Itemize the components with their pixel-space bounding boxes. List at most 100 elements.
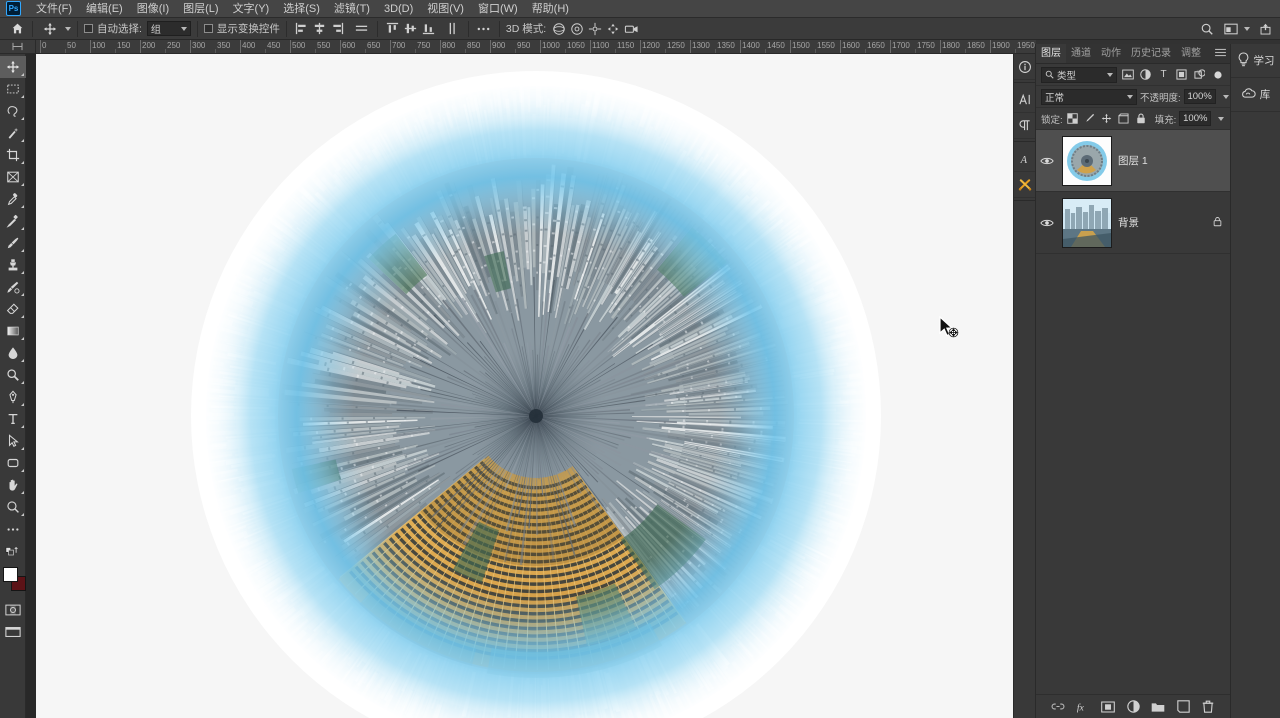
quick-selection-tool[interactable] [0,122,26,144]
zoom-tool[interactable] [0,496,26,518]
eraser-tool[interactable] [0,298,26,320]
lasso-tool[interactable] [0,100,26,122]
table-row[interactable]: 图层 1 [1036,130,1230,192]
show-transform-group[interactable]: 显示变换控件 [203,21,280,36]
layer-lock-icon[interactable] [1208,216,1226,230]
auto-select-dropdown[interactable]: 组 [146,21,191,36]
rectangular-marquee-tool[interactable] [0,78,26,100]
link-layers-icon[interactable] [1050,699,1066,715]
adjustment-layer-icon[interactable] [1125,699,1141,715]
crop-tool[interactable] [0,144,26,166]
table-row[interactable]: 背景 [1036,192,1230,254]
opacity-chevron-down-icon[interactable] [1222,94,1229,99]
filter-shape-icon[interactable] [1174,67,1189,82]
info-panel-icon[interactable] [1014,54,1036,80]
rectangle-tool[interactable] [0,452,26,474]
quick-mask-icon[interactable] [0,599,26,621]
active-tool-move-icon[interactable] [39,20,61,38]
hand-tool[interactable] [0,474,26,496]
character-styles-panel-icon[interactable]: A [1014,146,1036,172]
layer-visibility-eye-icon[interactable] [1038,156,1056,166]
character-panel-icon[interactable] [1014,87,1036,113]
default-colors-icon[interactable] [0,540,26,562]
history-brush-tool[interactable] [0,276,26,298]
edit-toolbar-ellipsis-icon[interactable] [0,518,26,540]
menu-image[interactable]: 图像(I) [130,0,176,18]
fill-chevron-down-icon[interactable] [1218,116,1225,121]
align-bottom-icon[interactable] [420,20,438,38]
camera-3d-icon[interactable] [622,20,640,38]
roll-3d-icon[interactable] [568,20,586,38]
tab-adjustments[interactable]: 调整 [1176,44,1206,63]
menu-view[interactable]: 视图(V) [420,0,471,18]
menu-edit[interactable]: 编辑(E) [79,0,130,18]
move-tool[interactable] [0,56,26,78]
dodge-tool[interactable] [0,364,26,386]
lock-transparent-pixels-icon[interactable] [1066,112,1080,126]
lock-artboard-nesting-icon[interactable] [1117,112,1131,126]
menu-file[interactable]: 文件(F) [29,0,79,18]
horizontal-type-tool[interactable] [0,408,26,430]
distribute-h-icon[interactable] [353,20,371,38]
menu-3d[interactable]: 3D(D) [377,0,420,18]
more-options-icon[interactable] [475,20,493,38]
align-center-h-icon[interactable] [311,20,329,38]
blend-mode-dropdown[interactable]: 正常 [1041,88,1137,105]
pan-3d-icon[interactable] [586,20,604,38]
add-layer-mask-icon[interactable] [1100,699,1116,715]
learn-panel-button[interactable]: 学习 [1231,44,1280,78]
healing-brush-tool[interactable] [0,210,26,232]
document-window[interactable] [36,54,1036,718]
auto-select-checkbox[interactable] [84,24,93,33]
lock-position-icon[interactable] [1100,112,1114,126]
opacity-value-field[interactable]: 100% [1183,89,1216,104]
distribute-v-icon[interactable] [444,20,462,38]
pen-tool[interactable] [0,386,26,408]
color-swatches[interactable] [0,565,26,595]
blur-tool[interactable] [0,342,26,364]
align-right-icon[interactable] [329,20,347,38]
workspace-icon[interactable] [1222,20,1240,38]
screen-mode-icon[interactable] [0,621,26,643]
ruler-origin-icon[interactable] [0,40,36,54]
layer-thumbnail[interactable] [1062,197,1112,248]
tool-preset-chevron-down-icon[interactable] [65,26,71,31]
delete-layer-trash-icon[interactable] [1200,699,1216,715]
align-top-icon[interactable] [384,20,402,38]
tab-channels[interactable]: 通道 [1066,44,1096,63]
menu-window[interactable]: 窗口(W) [471,0,525,18]
layer-filter-kind-dropdown[interactable]: 类型 [1041,66,1117,83]
layer-style-fx-icon[interactable]: fx [1075,699,1091,715]
filter-adjustment-icon[interactable] [1138,67,1153,82]
lock-all-icon[interactable] [1134,112,1148,126]
auto-select-group[interactable]: 自动选择: 组 [84,21,191,36]
menu-help[interactable]: 帮助(H) [525,0,576,18]
brush-settings-panel-icon[interactable] [1014,172,1036,198]
paragraph-pilcrow-icon[interactable] [1014,113,1036,139]
eyedropper-tool[interactable] [0,188,26,210]
orbit-3d-icon[interactable] [550,20,568,38]
panel-menu-icon[interactable] [1215,48,1226,60]
home-icon[interactable] [8,20,26,38]
brush-tool[interactable] [0,232,26,254]
menu-layer[interactable]: 图层(L) [176,0,225,18]
layer-thumbnail[interactable] [1062,135,1112,186]
lock-image-pixels-icon[interactable] [1083,112,1097,126]
show-transform-checkbox[interactable] [203,24,213,33]
tab-history[interactable]: 历史记录 [1126,44,1176,63]
menu-select[interactable]: 选择(S) [276,0,327,18]
tab-actions[interactable]: 动作 [1096,44,1126,63]
clone-stamp-tool[interactable] [0,254,26,276]
frame-tool[interactable] [0,166,26,188]
filter-type-icon[interactable]: T [1156,67,1171,82]
workspace-chevron-down-icon[interactable] [1244,26,1250,31]
filter-toggle-icon[interactable] [1210,67,1225,82]
canvas-area[interactable] [26,54,1036,718]
slide-3d-icon[interactable] [604,20,622,38]
gradient-tool[interactable] [0,320,26,342]
fill-value-field[interactable]: 100% [1179,111,1212,126]
new-group-folder-icon[interactable] [1150,699,1166,715]
align-middle-v-icon[interactable] [402,20,420,38]
align-left-icon[interactable] [293,20,311,38]
search-icon[interactable] [1198,20,1216,38]
